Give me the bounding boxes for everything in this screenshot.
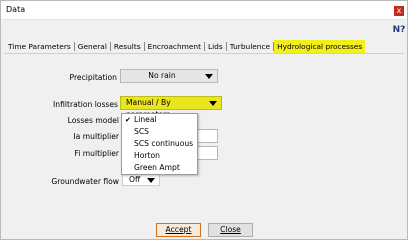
help-icon[interactable]: N? [392,24,406,37]
dropdown-option-horton[interactable]: Horton [122,150,197,162]
option-label: Green Ampt [134,163,180,172]
option-label: Lineal [134,115,157,124]
dropdown-option-scs-continuous[interactable]: SCS continuous [122,138,197,150]
dropdown-option-lineal[interactable]: ✔ Lineal [122,114,197,126]
tab-bar: Time Parameters General Results Encroach… [5,40,366,53]
ia-multiplier-input[interactable] [197,129,218,143]
losses-model-label: Losses model [67,116,119,125]
groundwater-label: Groundwater flow [51,177,119,186]
dropdown-option-green-ampt[interactable]: Green Ampt [122,162,197,174]
groundwater-value: Off [129,175,141,184]
tab-time-parameters[interactable]: Time Parameters [5,40,74,53]
check-icon: ✔ [125,116,131,124]
title-bar: Data x [1,1,407,20]
dialog-footer: Accept Close [1,217,407,240]
tab-lids[interactable]: Lids [205,40,226,53]
fi-multiplier-input[interactable] [197,146,218,160]
dropdown-option-scs[interactable]: SCS [122,126,197,138]
groundwater-select[interactable]: Off [122,174,160,186]
chevron-down-icon [205,74,213,79]
tab-results[interactable]: Results [111,40,144,53]
precipitation-label: Precipitation [69,73,117,82]
accept-button[interactable]: Accept [156,223,201,237]
chevron-down-icon [147,178,155,183]
option-label: SCS continuous [134,139,194,148]
chevron-down-icon [209,101,217,106]
tab-general[interactable]: General [75,40,110,53]
option-label: SCS [134,127,149,136]
fi-multiplier-label: Fi multiplier [74,149,119,158]
tab-encroachment[interactable]: Encroachment [145,40,204,53]
infiltration-label: Infiltration losses [53,100,118,109]
tab-hydrological-processes[interactable]: Hydrological processes [274,40,366,53]
precipitation-select[interactable]: No rain [120,69,218,83]
ia-multiplier-label: Ia multiplier [73,132,119,141]
infiltration-select[interactable]: Manual / By parameters [120,96,222,119]
losses-model-dropdown: ✔ Lineal SCS SCS continuous Horton Green… [121,113,198,175]
option-label: Horton [134,151,160,160]
tab-turbulence[interactable]: Turbulence [227,40,273,53]
close-button[interactable]: Close [208,223,253,237]
window-title: Data [6,5,26,14]
close-icon[interactable]: x [394,6,404,16]
precipitation-value: No rain [148,71,176,80]
data-dialog: Data x N? Time Parameters General Result… [0,0,408,240]
